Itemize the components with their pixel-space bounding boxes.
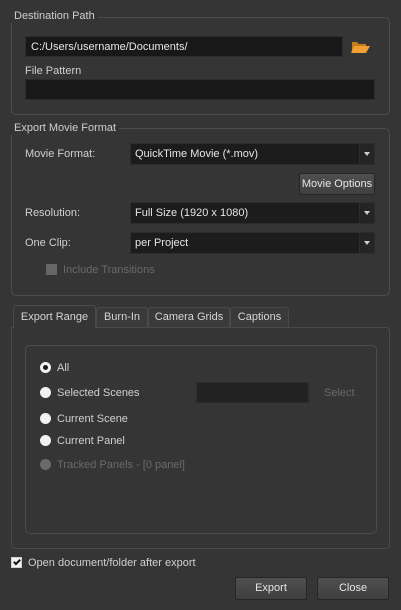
destination-path-title: Destination Path <box>11 10 98 23</box>
folder-open-icon[interactable] <box>350 38 372 55</box>
tab-camera-grids[interactable]: Camera Grids <box>148 307 230 327</box>
tab-captions[interactable]: Captions <box>230 307 289 327</box>
one-clip-select[interactable]: per Project <box>130 232 375 254</box>
file-pattern-input[interactable] <box>25 79 375 100</box>
destination-path-input[interactable]: C:/Users/username/Documents/ <box>25 36 343 57</box>
radio-tracked-panels[interactable] <box>40 459 51 470</box>
export-button[interactable]: Export <box>235 577 307 600</box>
radio-selected-scenes[interactable] <box>40 387 51 398</box>
radio-all-label: All <box>57 362 70 374</box>
chevron-down-icon[interactable] <box>359 233 374 253</box>
movie-options-button[interactable]: Movie Options <box>299 173 375 195</box>
movie-format-value: QuickTime Movie (*.mov) <box>135 148 259 160</box>
radio-selected-scenes-label: Selected Scenes <box>57 387 140 399</box>
tab-export-range[interactable]: Export Range <box>13 305 96 328</box>
radio-current-scene[interactable] <box>40 413 51 424</box>
open-after-export-label: Open document/folder after export <box>28 557 196 569</box>
radio-all[interactable] <box>40 362 51 373</box>
close-button[interactable]: Close <box>317 577 389 600</box>
chevron-down-icon[interactable] <box>359 144 374 164</box>
selected-scenes-input[interactable] <box>196 382 309 403</box>
tab-burn-in[interactable]: Burn-In <box>96 307 148 327</box>
include-transitions-label: Include Transitions <box>63 264 155 276</box>
file-pattern-label: File Pattern <box>25 65 82 77</box>
radio-current-scene-label: Current Scene <box>57 413 128 425</box>
movie-format-select[interactable]: QuickTime Movie (*.mov) <box>130 143 375 165</box>
resolution-select[interactable]: Full Size (1920 x 1080) <box>130 202 375 224</box>
include-transitions-checkbox[interactable] <box>46 264 57 275</box>
radio-tracked-panels-label: Tracked Panels - [0 panel] <box>57 459 185 471</box>
checkmark-icon <box>13 557 21 566</box>
select-button[interactable]: Select <box>324 387 355 400</box>
movie-format-label: Movie Format: <box>25 148 96 160</box>
resolution-label: Resolution: <box>25 207 81 219</box>
open-after-export-checkbox[interactable] <box>11 557 22 568</box>
chevron-down-icon[interactable] <box>359 203 374 223</box>
radio-current-panel[interactable] <box>40 435 51 446</box>
one-clip-value: per Project <box>135 237 189 249</box>
one-clip-label: One Clip: <box>25 237 71 249</box>
export-movie-format-title: Export Movie Format <box>11 122 120 135</box>
radio-current-panel-label: Current Panel <box>57 435 125 447</box>
resolution-value: Full Size (1920 x 1080) <box>135 207 249 219</box>
